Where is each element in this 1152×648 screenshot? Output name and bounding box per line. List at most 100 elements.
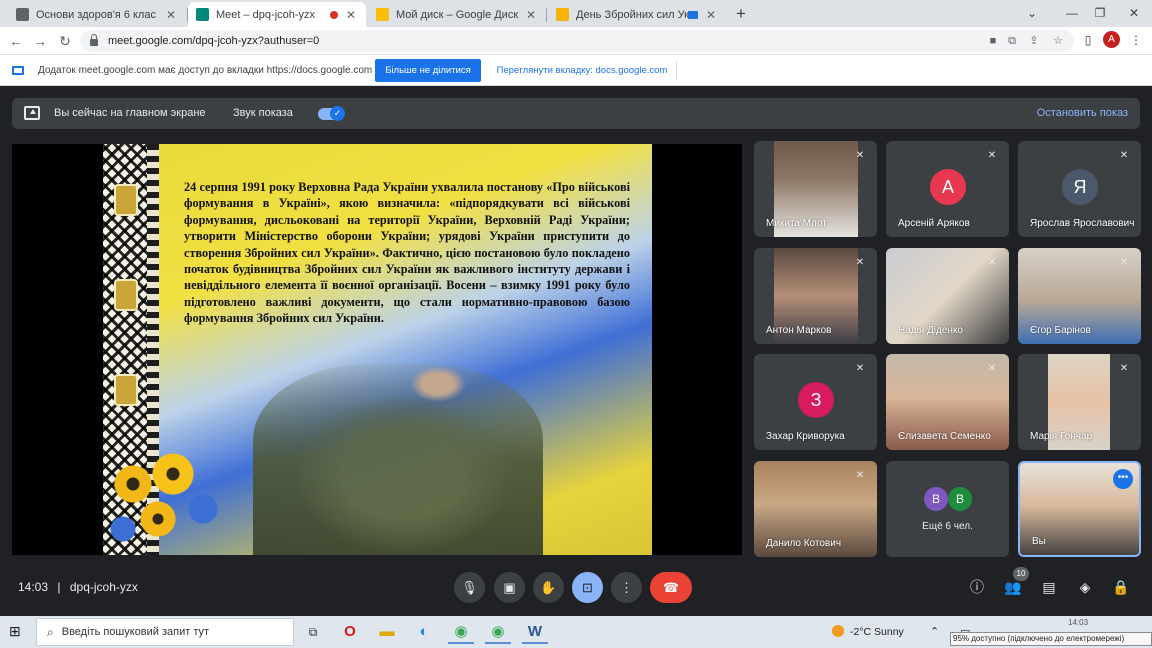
leave-call-button[interactable]: ☎ bbox=[650, 572, 692, 603]
word-icon[interactable]: W bbox=[522, 620, 548, 644]
slides-favicon-icon bbox=[556, 8, 569, 21]
tab-title: День Збройних сил Україн bbox=[576, 8, 688, 21]
participant-name: Вы bbox=[1032, 536, 1046, 547]
participant-tile[interactable]: ✕ Данило Котович bbox=[754, 461, 877, 557]
participant-tile[interactable]: ✕ Марія Гончар bbox=[1018, 354, 1141, 450]
tab-separator bbox=[546, 8, 547, 22]
tab-search-icon[interactable]: ⌄ bbox=[1022, 4, 1042, 24]
mic-off-icon: ✕ bbox=[855, 150, 865, 161]
avatar: В bbox=[948, 487, 972, 511]
camera-icon[interactable]: ■ bbox=[986, 34, 1000, 48]
close-icon[interactable]: ✕ bbox=[524, 8, 538, 22]
participant-name: Марія Гончар bbox=[1030, 431, 1093, 442]
meeting-time: 14:03 bbox=[18, 580, 49, 594]
stop-sharing-button[interactable]: Більше не ділитися bbox=[375, 59, 481, 82]
meeting-code: dpq-jcoh-yzx bbox=[69, 580, 138, 594]
close-icon[interactable]: ✕ bbox=[704, 8, 718, 22]
reload-icon[interactable]: ↻ bbox=[55, 31, 75, 51]
browser-tab[interactable]: День Збройних сил Україн ✕ bbox=[548, 2, 726, 27]
share-icon[interactable]: ⇪ bbox=[1027, 34, 1041, 48]
bookmark-star-icon[interactable]: ☆ bbox=[1051, 34, 1065, 48]
soldiers-photo bbox=[253, 364, 543, 555]
present-button[interactable]: ⊡ bbox=[572, 572, 603, 603]
browser-tab[interactable]: Мой диск – Google Диск ✕ bbox=[368, 2, 546, 27]
participant-tile[interactable]: ✕ З Захар Криворука bbox=[754, 354, 877, 450]
chrome-icon[interactable]: ◉ bbox=[448, 620, 474, 644]
tray-chevron-icon[interactable]: ⌃ bbox=[930, 625, 939, 638]
close-icon[interactable]: ✕ bbox=[164, 8, 178, 22]
more-participants-tile[interactable]: В В Ещё 6 чел. bbox=[886, 461, 1009, 557]
camera-button[interactable]: ▣ bbox=[494, 572, 525, 603]
people-icon[interactable]: 👥 bbox=[1002, 576, 1024, 598]
translate-icon[interactable]: ⧉ bbox=[1005, 34, 1019, 48]
taskbar-search[interactable]: ⌕ Введіть пошуковий запит тут bbox=[36, 618, 294, 646]
infobar-message: Додаток meet.google.com має доступ до вк… bbox=[38, 65, 373, 76]
url-text: meet.google.com/dpq-jcoh-yzx?authuser=0 bbox=[108, 35, 320, 47]
switch-to-tab-button[interactable]: Переглянути вкладку: docs.google.com bbox=[492, 59, 672, 82]
participant-name: Єлизавета Семенко bbox=[898, 431, 991, 442]
edge-icon[interactable]: ◐ bbox=[411, 620, 437, 644]
opera-icon[interactable]: O bbox=[337, 620, 363, 644]
chat-icon[interactable]: ▤ bbox=[1038, 576, 1060, 598]
participant-name: Захар Криворука bbox=[766, 431, 845, 442]
participant-name: Арсеній Аряков bbox=[898, 218, 970, 229]
sunflowers-decoration bbox=[103, 444, 243, 555]
battery-tooltip: 95% доступно (підключено до електромереж… bbox=[950, 632, 1152, 646]
meeting-details-icon[interactable]: ⓘ bbox=[966, 576, 988, 598]
browser-tab-active[interactable]: Meet – dpq-jcoh-yzx ✕ bbox=[188, 2, 366, 27]
participant-tile[interactable]: ✕ Антон Марков bbox=[754, 248, 877, 344]
self-tile[interactable]: ••• Вы bbox=[1018, 461, 1141, 557]
new-tab-icon[interactable]: + bbox=[731, 4, 751, 24]
hang-up-icon: ☎ bbox=[662, 580, 680, 595]
weather-widget[interactable]: -2°C Sunny bbox=[832, 625, 904, 638]
present-screen-icon: ⊡ bbox=[582, 580, 593, 595]
cast-indicator-icon bbox=[688, 10, 698, 19]
menu-dots-icon[interactable]: ⋮ bbox=[1128, 32, 1144, 48]
activities-icon[interactable]: ◈ bbox=[1074, 576, 1096, 598]
back-icon[interactable]: ← bbox=[6, 31, 26, 51]
close-window-icon[interactable]: ✕ bbox=[1124, 4, 1144, 24]
browser-tab-strip: Основи здоров'я 6 клас ✕ Meet – dpq-jcoh… bbox=[0, 0, 1152, 27]
chrome-icon[interactable]: ◉ bbox=[485, 620, 511, 644]
more-options-icon[interactable]: ••• bbox=[1113, 469, 1133, 489]
browser-tab[interactable]: Основи здоров'я 6 клас ✕ bbox=[8, 2, 186, 27]
participant-name: Надія Діденко bbox=[898, 325, 963, 336]
more-vert-icon: ⋮ bbox=[620, 580, 633, 595]
presentation-sound-toggle[interactable] bbox=[318, 106, 345, 121]
meet-stage: Вы сейчас на главном экране Звук показа … bbox=[0, 86, 1152, 616]
participant-tile[interactable]: ✕ Я Ярослав Ярославович bbox=[1018, 141, 1141, 237]
participant-name: Микита Млот bbox=[766, 218, 827, 229]
mic-off-icon: ✕ bbox=[987, 363, 997, 374]
info-separator: | bbox=[57, 580, 61, 594]
stop-presenting-button[interactable]: Остановить показ bbox=[1037, 107, 1128, 119]
taskbar-clock[interactable]: 14:03 bbox=[1068, 618, 1088, 627]
task-view-icon[interactable]: ⧉ bbox=[300, 620, 326, 644]
search-placeholder: Введіть пошуковий запит тут bbox=[61, 626, 210, 638]
file-explorer-icon[interactable]: ▬ bbox=[374, 620, 400, 644]
participant-tile[interactable]: ✕ Єгор Барінов bbox=[1018, 248, 1141, 344]
host-controls-icon[interactable]: 🔒 bbox=[1110, 576, 1132, 598]
minimize-icon[interactable]: — bbox=[1062, 4, 1082, 24]
forward-icon[interactable]: → bbox=[30, 31, 50, 51]
more-options-button[interactable]: ⋮ bbox=[611, 572, 642, 603]
microphone-icon: 🎙 bbox=[461, 580, 478, 595]
avatar: Я bbox=[1062, 169, 1098, 205]
close-icon[interactable]: ✕ bbox=[344, 8, 358, 22]
avatar: З bbox=[798, 382, 834, 418]
trident-icon bbox=[114, 279, 138, 311]
participant-tile[interactable]: ✕ Надія Діденко bbox=[886, 248, 1009, 344]
profile-avatar[interactable]: A bbox=[1103, 31, 1120, 48]
mic-off-icon: ✕ bbox=[987, 150, 997, 161]
side-panel-icon[interactable]: ▯ bbox=[1080, 32, 1096, 48]
microphone-button[interactable]: 🎙 bbox=[454, 572, 485, 603]
presenting-bar: Вы сейчас на главном экране Звук показа … bbox=[12, 98, 1140, 129]
participant-tile[interactable]: ✕ Микита Млот bbox=[754, 141, 877, 237]
participant-tile[interactable]: ✕ Єлизавета Семенко bbox=[886, 354, 1009, 450]
trident-icon bbox=[114, 374, 138, 406]
windows-start-icon[interactable]: ⊞ bbox=[9, 624, 24, 639]
classroom-favicon-icon bbox=[16, 8, 29, 21]
address-bar[interactable]: meet.google.com/dpq-jcoh-yzx?authuser=0 bbox=[80, 30, 1074, 52]
raise-hand-button[interactable]: ✋ bbox=[533, 572, 564, 603]
participant-tile[interactable]: ✕ А Арсеній Аряков bbox=[886, 141, 1009, 237]
maximize-icon[interactable]: ❐ bbox=[1090, 4, 1110, 24]
